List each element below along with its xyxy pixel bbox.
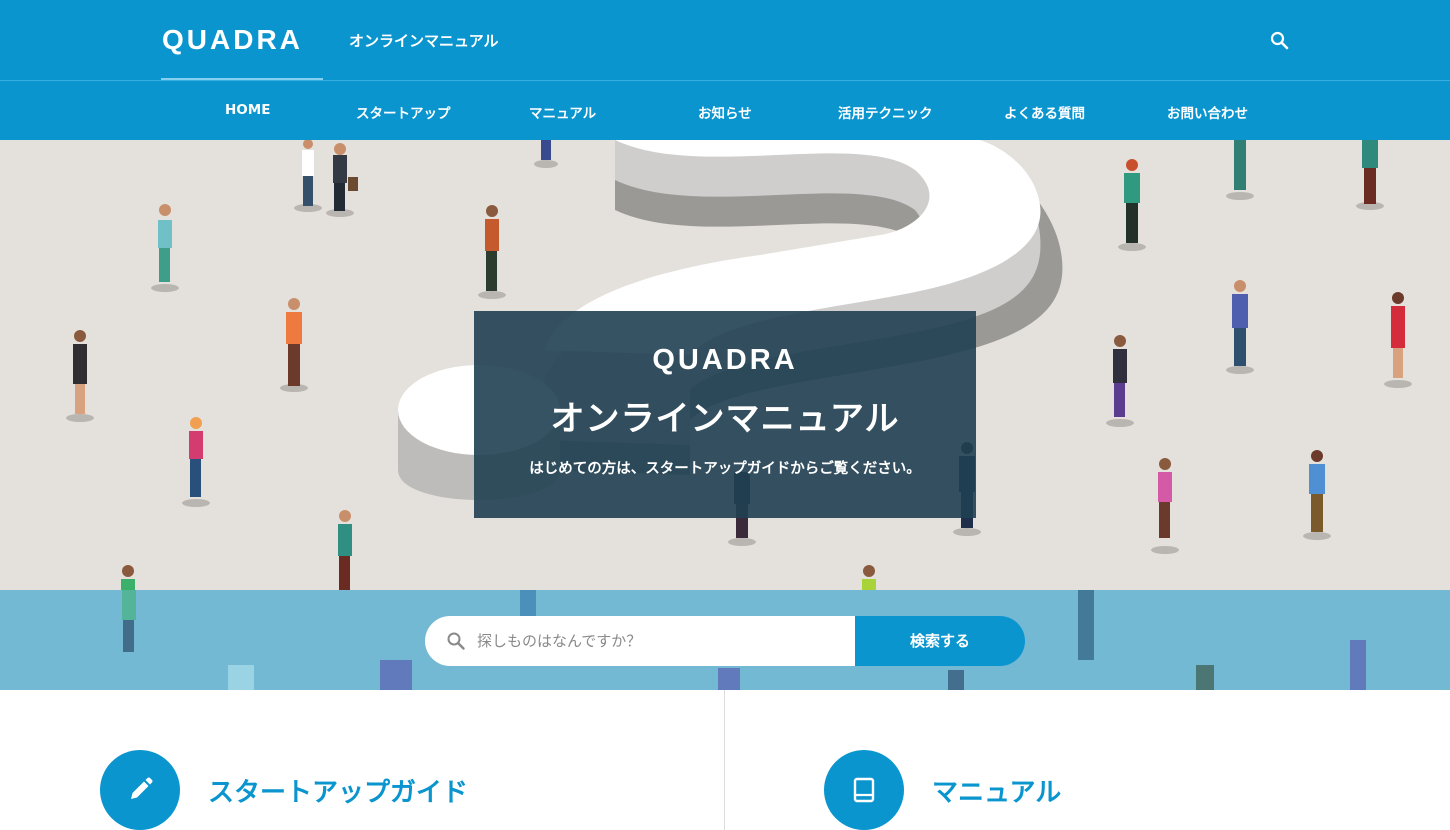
pencil-icon xyxy=(131,777,153,799)
nav-techniques[interactable]: 活用テクニック xyxy=(838,102,933,122)
nav-manual[interactable]: マニュアル xyxy=(529,102,596,122)
top-header: QUADRA オンラインマニュアル xyxy=(0,0,1450,81)
startup-guide-card[interactable]: スタートアップガイド xyxy=(100,750,500,830)
manual-label: マニュアル xyxy=(932,778,1062,808)
section-divider xyxy=(724,690,725,830)
hero-logo: QUADRA xyxy=(652,344,798,376)
search-input[interactable] xyxy=(477,616,847,666)
nav-startup[interactable]: スタートアップ xyxy=(356,102,451,122)
hero-banner: QUADRA オンラインマニュアル はじめての方は、スタートアップガイドからご覧… xyxy=(0,140,1450,590)
main-nav: HOME スタートアップ マニュアル お知らせ 活用テクニック よくある質問 お… xyxy=(0,80,1450,140)
quick-links: スタートアップガイド マニュアル xyxy=(0,690,1450,830)
startup-guide-label: スタートアップガイド xyxy=(208,778,469,808)
search-button[interactable]: 検索する xyxy=(855,616,1025,666)
nav-news[interactable]: お知らせ xyxy=(698,102,752,122)
manual-icon-circle xyxy=(824,750,904,830)
site-subtitle: オンラインマニュアル xyxy=(349,32,499,50)
manual-card[interactable]: マニュアル xyxy=(824,750,1124,830)
nav-home[interactable]: HOME xyxy=(225,102,270,118)
hero-description: はじめての方は、スタートアップガイドからご覧ください。 xyxy=(529,461,921,477)
header-search-icon[interactable] xyxy=(1268,29,1292,53)
startup-guide-icon-circle xyxy=(100,750,180,830)
nav-faq[interactable]: よくある質問 xyxy=(1004,102,1085,122)
hero-card: QUADRA オンラインマニュアル はじめての方は、スタートアップガイドからご覧… xyxy=(474,311,976,518)
search-icon xyxy=(447,632,465,650)
hero-title: オンラインマニュアル xyxy=(550,399,900,439)
search-field[interactable] xyxy=(425,616,855,666)
book-icon xyxy=(853,777,875,803)
nav-contact[interactable]: お問い合わせ xyxy=(1167,102,1248,122)
search-section: 検索する xyxy=(0,590,1450,690)
site-logo[interactable]: QUADRA xyxy=(162,24,303,56)
